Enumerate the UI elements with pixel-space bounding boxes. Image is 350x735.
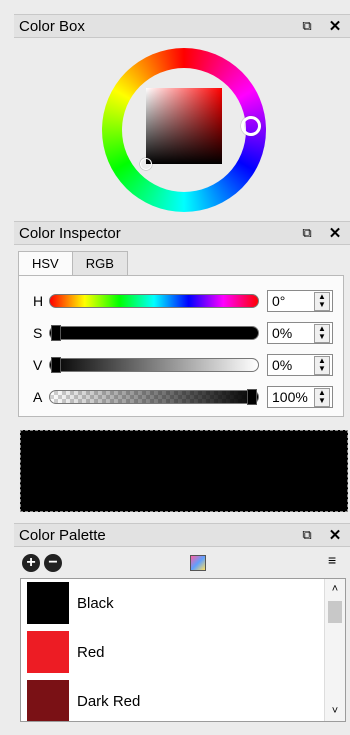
float-panel-icon[interactable]: ⧉ (298, 527, 316, 543)
swatch-black (27, 582, 69, 624)
item-label: Black (77, 595, 114, 612)
item-label: Dark Red (77, 693, 141, 710)
alpha-slider[interactable] (49, 389, 259, 405)
slider-thumb[interactable] (51, 325, 61, 341)
hue-value: 0° (272, 293, 286, 309)
spin-arrows-icon[interactable]: ▲ ▼ (314, 356, 330, 375)
value-slider[interactable] (49, 357, 259, 373)
close-icon[interactable]: ✕ (326, 224, 344, 242)
saturation-value-square[interactable] (146, 88, 222, 164)
scrollbar[interactable]: ˄ ˅ (324, 579, 345, 721)
close-icon[interactable]: ✕ (326, 526, 344, 544)
saturation-slider[interactable] (49, 325, 259, 341)
alpha-label: A (33, 389, 43, 405)
color-box (14, 38, 350, 218)
slider-thumb[interactable] (51, 357, 61, 373)
saturation-label: S (33, 325, 43, 341)
color-preview (20, 430, 348, 512)
color-palette-title: Color Palette (19, 526, 106, 544)
value-row: V 0% ▲ ▼ (19, 354, 343, 376)
value-spinbox[interactable]: 0% ▲ ▼ (267, 354, 333, 376)
palette-toolbar: + − ≡ (14, 548, 350, 578)
sv-handle[interactable] (140, 158, 152, 170)
hue-label: H (33, 293, 44, 309)
alpha-value: 100% (272, 389, 308, 405)
saturation-spinbox[interactable]: 0% ▲ ▼ (267, 322, 333, 344)
alpha-spinbox[interactable]: 100% ▲ ▼ (267, 386, 333, 408)
swatch-red (27, 631, 69, 673)
swatch-dark-red (27, 680, 69, 721)
tab-rgb[interactable]: RGB (71, 251, 128, 276)
list-item[interactable]: Dark Red (21, 677, 321, 721)
list-item[interactable]: Red (21, 628, 321, 677)
close-icon[interactable]: ✕ (326, 17, 344, 35)
color-box-title: Color Box (19, 17, 85, 35)
spin-arrows-icon[interactable]: ▲ ▼ (314, 324, 330, 343)
float-panel-icon[interactable]: ⧉ (298, 18, 316, 34)
color-palette-header: Color Palette ⧉ ✕ (14, 523, 350, 547)
remove-icon[interactable]: − (44, 554, 62, 572)
saturation-row: S 0% ▲ ▼ (19, 322, 343, 344)
chevron-up-icon[interactable]: ˄ (325, 581, 345, 597)
slider-thumb[interactable] (247, 389, 257, 405)
alpha-row: A 100% ▲ ▼ (19, 386, 343, 408)
menu-icon[interactable]: ≡ (328, 552, 336, 568)
value-label: V (33, 357, 43, 373)
color-inspector-header: Color Inspector ⧉ ✕ (14, 221, 350, 245)
add-icon[interactable]: + (22, 554, 40, 572)
value-value: 0% (272, 357, 293, 373)
hsv-panel: H 0° ▲ ▼ S 0% ▲ ▼ V 0% ▲ ▼ A 100% ▲ ▼ (18, 275, 344, 417)
palette-list: Black Red Dark Red ˄ ˅ (20, 578, 346, 722)
item-label: Red (77, 644, 105, 661)
float-panel-icon[interactable]: ⧉ (298, 225, 316, 241)
inspector-tabs: HSV RGB (18, 251, 128, 277)
hue-row: H 0° ▲ ▼ (19, 290, 343, 312)
color-box-header: Color Box ⧉ ✕ (14, 14, 350, 38)
palette-view-icon[interactable] (190, 555, 206, 571)
list-item[interactable]: Black (21, 579, 321, 628)
scrollbar-thumb[interactable] (328, 601, 342, 623)
chevron-down-icon[interactable]: ˅ (325, 703, 345, 719)
color-inspector-title: Color Inspector (19, 224, 121, 242)
hue-slider[interactable] (49, 294, 259, 308)
tab-hsv[interactable]: HSV (18, 251, 73, 277)
spin-arrows-icon[interactable]: ▲ ▼ (314, 292, 330, 311)
hue-handle[interactable] (241, 116, 261, 136)
hue-spinbox[interactable]: 0° ▲ ▼ (267, 290, 333, 312)
spin-arrows-icon[interactable]: ▲ ▼ (314, 388, 330, 407)
saturation-value: 0% (272, 325, 293, 341)
